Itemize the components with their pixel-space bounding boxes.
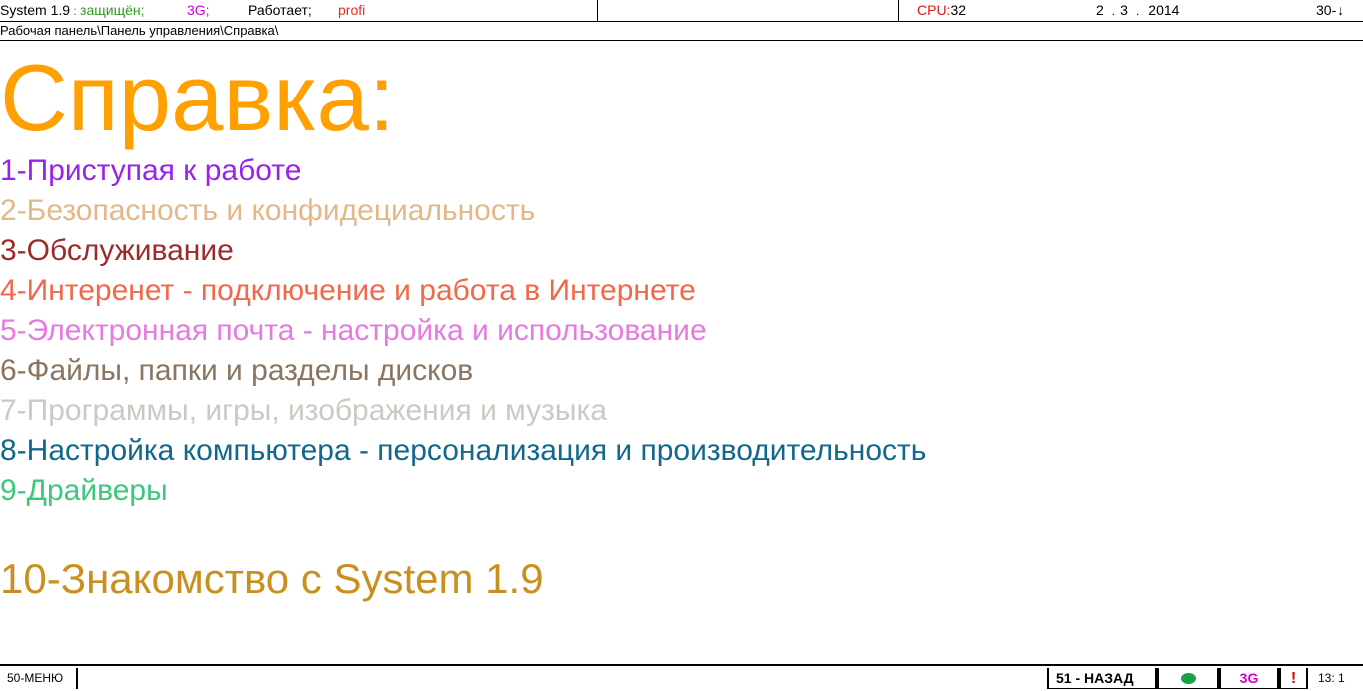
clock-time: 13: 1 bbox=[1318, 671, 1345, 685]
system-info: System 1.9 : защищён; bbox=[0, 0, 145, 21]
protection-status: защищён; bbox=[80, 2, 145, 18]
connection-status bbox=[1157, 668, 1219, 689]
date-dot: . bbox=[1111, 4, 1116, 18]
menu-item-getting-started[interactable]: 1-Приступая к работе bbox=[0, 153, 301, 189]
work-status: Работает; bbox=[248, 2, 312, 18]
system-name: System 1.9 bbox=[0, 2, 71, 18]
cpu-value: 32 bbox=[950, 2, 967, 18]
arrow-down-icon: ↓ bbox=[1337, 2, 1345, 18]
bottom-bar: 50-МЕНЮ 51 - НАЗАД 3G ! 13: 1 bbox=[0, 664, 1363, 691]
network-indicator[interactable]: 3G bbox=[1219, 668, 1279, 689]
menu-item-security-privacy[interactable]: 2-Безопасность и конфидециальность bbox=[0, 193, 535, 229]
back-button[interactable]: 51 - НАЗАД bbox=[1047, 668, 1157, 689]
menu-item-internet[interactable]: 4-Интеренет - подключение и работа в Инт… bbox=[0, 273, 696, 309]
mode-label: profi bbox=[338, 2, 366, 18]
back-button-label: 51 - НАЗАД bbox=[1056, 670, 1134, 686]
date-display: 2. 3. 2014 bbox=[1096, 0, 1179, 21]
battery-indicator: 30-↓ bbox=[1316, 0, 1344, 21]
divider bbox=[898, 0, 899, 21]
menu-item-email[interactable]: 5-Электронная почта - настройка и исполь… bbox=[0, 313, 707, 349]
menu-item-computer-settings[interactable]: 8-Настройка компьютера - персонализация … bbox=[0, 433, 926, 469]
system-name-separator: : bbox=[70, 4, 81, 18]
status-bar: System 1.9 : защищён; 3G; Работает; prof… bbox=[0, 0, 1363, 22]
menu-button[interactable]: 50-МЕНЮ bbox=[0, 668, 78, 689]
date-dot: . bbox=[1135, 4, 1140, 18]
divider bbox=[597, 0, 598, 21]
cpu-label: CPU: bbox=[917, 2, 951, 18]
menu-item-drivers[interactable]: 9-Драйверы bbox=[0, 473, 168, 509]
menu-item-programs-media[interactable]: 7-Программы, игры, изображения и музыка bbox=[0, 393, 607, 429]
menu-item-maintenance[interactable]: 3-Обслуживание bbox=[0, 233, 234, 269]
alert-icon: ! bbox=[1290, 670, 1297, 687]
date-year: 2014 bbox=[1148, 2, 1180, 18]
cpu-indicator: CPU:32 bbox=[917, 0, 966, 21]
date-day: 2 bbox=[1096, 2, 1104, 18]
green-dot-icon bbox=[1180, 673, 1196, 685]
network-status: 3G; bbox=[187, 2, 210, 18]
page-title: Справка: bbox=[0, 45, 395, 150]
clock: 13: 1 bbox=[1308, 668, 1363, 689]
network-indicator-label: 3G bbox=[1239, 670, 1259, 686]
battery-level: 30- bbox=[1316, 2, 1337, 18]
breadcrumb: Рабочая панель\Панель управления\Справка… bbox=[0, 22, 1363, 41]
alert-button[interactable]: ! bbox=[1279, 668, 1308, 689]
menu-button-label: 50-МЕНЮ bbox=[7, 671, 64, 685]
menu-item-about-system[interactable]: 10-Знакомство с System 1.9 bbox=[0, 554, 544, 604]
menu-item-files-folders[interactable]: 6-Файлы, папки и разделы дисков bbox=[0, 353, 473, 389]
date-month: 3 bbox=[1120, 2, 1128, 18]
